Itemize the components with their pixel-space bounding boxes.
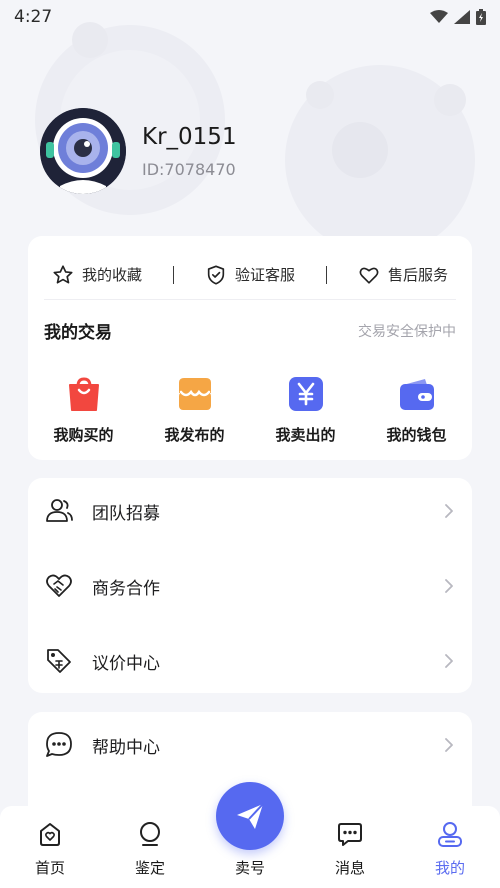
shopping-bag-icon bbox=[68, 377, 99, 411]
battery-icon bbox=[476, 9, 486, 25]
shield-check-icon bbox=[207, 264, 225, 285]
menu-business[interactable]: 商务合作 bbox=[44, 561, 456, 611]
after-sales-label: 售后服务 bbox=[387, 266, 448, 284]
my-wallet-button[interactable]: 我的钱包 bbox=[367, 374, 467, 445]
status-time: 4:27 bbox=[14, 7, 53, 27]
my-purchases-button[interactable]: 我购买的 bbox=[34, 374, 134, 445]
message-icon bbox=[338, 823, 362, 846]
avatar-image bbox=[40, 108, 126, 194]
store-icon bbox=[178, 378, 211, 410]
menu-card: 团队招募 商务合作 议价中心 bbox=[28, 478, 472, 693]
chevron-right-icon bbox=[445, 579, 453, 593]
menu-team-recruit[interactable]: 团队招募 bbox=[44, 486, 456, 536]
users-icon bbox=[46, 499, 73, 522]
tab-messages-label: 消息 bbox=[334, 859, 365, 877]
tab-home[interactable]: 首页 bbox=[10, 819, 90, 878]
tab-home-label: 首页 bbox=[34, 859, 65, 877]
profile-icon bbox=[438, 822, 462, 847]
status-bar: 4:27 bbox=[0, 0, 500, 34]
tab-mine-label: 我的 bbox=[434, 859, 465, 877]
verify-service-label: 验证客服 bbox=[234, 266, 295, 284]
trade-header: 我的交易 交易安全保护中 bbox=[44, 318, 456, 343]
status-icons bbox=[430, 9, 486, 25]
quick-links-row: 我的收藏 验证客服 售后服务 bbox=[44, 250, 456, 300]
chat-dots-icon bbox=[46, 732, 72, 757]
trade-subtitle: 交易安全保护中 bbox=[358, 323, 456, 340]
sell-account-button[interactable] bbox=[216, 782, 284, 850]
tab-sell-label: 卖号 bbox=[234, 859, 265, 877]
yen-icon bbox=[288, 377, 323, 411]
menu-help-center-label: 帮助中心 bbox=[92, 737, 160, 758]
menu-bargain[interactable]: 议价中心 bbox=[44, 636, 456, 686]
heart-icon bbox=[359, 267, 379, 284]
after-sales-link[interactable]: 售后服务 bbox=[350, 264, 456, 286]
tab-appraisal[interactable]: 鉴定 bbox=[110, 819, 190, 878]
handshake-heart-icon bbox=[46, 574, 72, 597]
my-wallet-label: 我的钱包 bbox=[386, 426, 447, 444]
my-sold-button[interactable]: 我卖出的 bbox=[256, 374, 356, 445]
verify-service-link[interactable]: 验证客服 bbox=[197, 264, 303, 286]
avatar[interactable] bbox=[40, 108, 126, 194]
menu-team-recruit-label: 团队招募 bbox=[92, 503, 160, 524]
tab-messages[interactable]: 消息 bbox=[310, 819, 390, 878]
home-icon bbox=[40, 823, 60, 846]
my-posts-button[interactable]: 我发布的 bbox=[145, 374, 245, 445]
my-posts-label: 我发布的 bbox=[164, 426, 225, 444]
chevron-right-icon bbox=[445, 654, 453, 668]
menu-help-center[interactable]: 帮助中心 bbox=[44, 720, 456, 770]
star-icon bbox=[53, 264, 73, 284]
my-purchases-label: 我购买的 bbox=[53, 426, 114, 444]
signal-icon bbox=[454, 10, 470, 24]
paper-plane-icon bbox=[237, 803, 264, 829]
username: Kr_0151 bbox=[142, 123, 237, 150]
wifi-icon bbox=[430, 10, 448, 23]
trade-card: 我的收藏 验证客服 售后服务 我的交易 交易安全保护中 我购买的 我发布的 我卖… bbox=[28, 236, 472, 460]
wallet-icon bbox=[399, 379, 434, 410]
favorites-label: 我的收藏 bbox=[82, 266, 143, 284]
magnifier-icon bbox=[140, 822, 160, 846]
tab-mine[interactable]: 我的 bbox=[410, 819, 490, 878]
tab-appraisal-label: 鉴定 bbox=[134, 859, 165, 877]
divider bbox=[173, 265, 174, 284]
favorites-link[interactable]: 我的收藏 bbox=[44, 264, 150, 286]
menu-bargain-label: 议价中心 bbox=[92, 653, 160, 674]
trade-grid: 我购买的 我发布的 我卖出的 我的钱包 bbox=[28, 374, 472, 445]
trade-title: 我的交易 bbox=[44, 323, 112, 343]
chevron-right-icon bbox=[445, 504, 453, 518]
price-tag-icon bbox=[47, 649, 71, 673]
chevron-right-icon bbox=[445, 738, 453, 752]
divider bbox=[325, 265, 327, 284]
my-sold-label: 我卖出的 bbox=[275, 426, 336, 444]
menu-business-label: 商务合作 bbox=[92, 578, 160, 599]
profile-header[interactable]: Kr_0151 ID:7078470 bbox=[40, 108, 237, 194]
user-id: ID:7078470 bbox=[142, 159, 236, 179]
